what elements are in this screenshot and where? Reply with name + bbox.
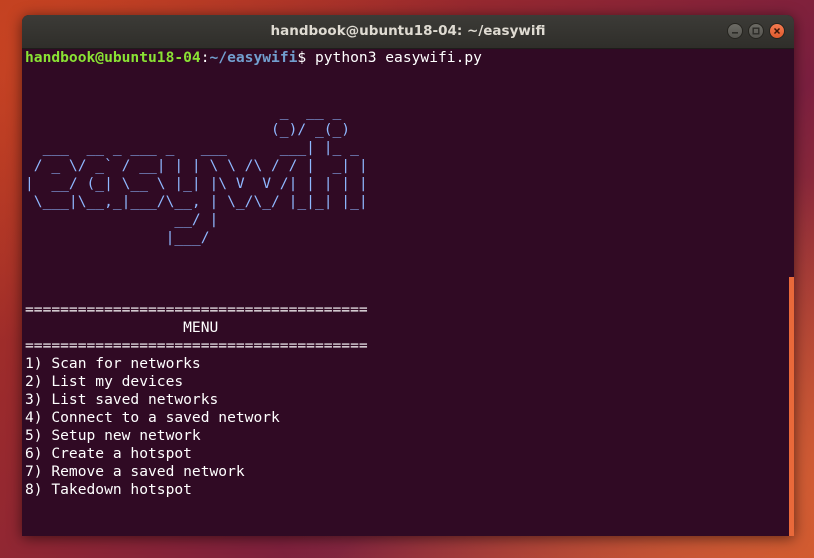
menu-item-connect-saved-network: 4) Connect to a saved network: [25, 409, 280, 426]
banner-line: __/ |: [25, 211, 219, 228]
maximize-icon: [752, 27, 760, 35]
banner-line: (_)/ _(_): [25, 121, 351, 138]
command-line: handbook@ubuntu18-04:~/easywifi$ python3…: [25, 49, 785, 67]
window-controls: [727, 23, 785, 39]
menu-item-takedown-hotspot: 8) Takedown hotspot: [25, 481, 192, 498]
prompt-user: handbook@ubuntu18-04: [25, 49, 201, 66]
terminal-output[interactable]: handbook@ubuntu18-04:~/easywifi$ python3…: [25, 49, 785, 536]
prompt-path: ~/easywifi: [209, 49, 298, 66]
terminal-window[interactable]: handbook@ubuntu18-04: ~/easywifi handboo…: [22, 15, 794, 536]
banner-line: / _ \/ _` / __| | | \ \ /\ / / | _| |: [25, 157, 368, 174]
banner-line: \___|\__,_|___/\__, | \_/\_/ |_|_| |_|: [25, 193, 368, 210]
menu-item-remove-saved-network: 7) Remove a saved network: [25, 463, 245, 480]
maximize-button[interactable]: [748, 23, 764, 39]
banner-line: | __/ (_| \__ \ |_| |\ V V /| | | | |: [25, 175, 368, 192]
banner-line: _ __ _: [25, 103, 351, 120]
menu-item-list-devices: 2) List my devices: [25, 373, 184, 390]
command-text: python3 easywifi.py: [314, 49, 482, 66]
menu-item-setup-network: 5) Setup new network: [25, 427, 201, 444]
banner-line: ___ __ _ ___ _ ___ ___| |_ _: [25, 139, 368, 156]
minimize-icon: [732, 32, 738, 34]
close-button[interactable]: [769, 23, 785, 39]
title-bar[interactable]: handbook@ubuntu18-04: ~/easywifi: [22, 15, 794, 49]
menu-separator: =======================================: [25, 301, 368, 318]
prompt-symbol: $: [297, 49, 315, 66]
banner-line: |___/: [25, 229, 210, 246]
close-icon: [773, 27, 781, 35]
minimize-button[interactable]: [727, 23, 743, 39]
window-title: handbook@ubuntu18-04: ~/easywifi: [270, 23, 546, 39]
menu-item-scan-networks: 1) Scan for networks: [25, 355, 201, 372]
menu-separator: =======================================: [25, 337, 368, 354]
menu-title: MENU: [25, 319, 219, 336]
input-prompt[interactable]: :: [25, 535, 785, 536]
scrollbar[interactable]: [789, 277, 794, 536]
menu-item-list-saved-networks: 3) List saved networks: [25, 391, 219, 408]
ascii-banner: _ __ _ (_)/ _(_) ___ __ _ ___ _ ___ ___|…: [25, 103, 785, 247]
prompt-separator: :: [200, 49, 210, 66]
menu-item-create-hotspot: 6) Create a hotspot: [25, 445, 192, 462]
